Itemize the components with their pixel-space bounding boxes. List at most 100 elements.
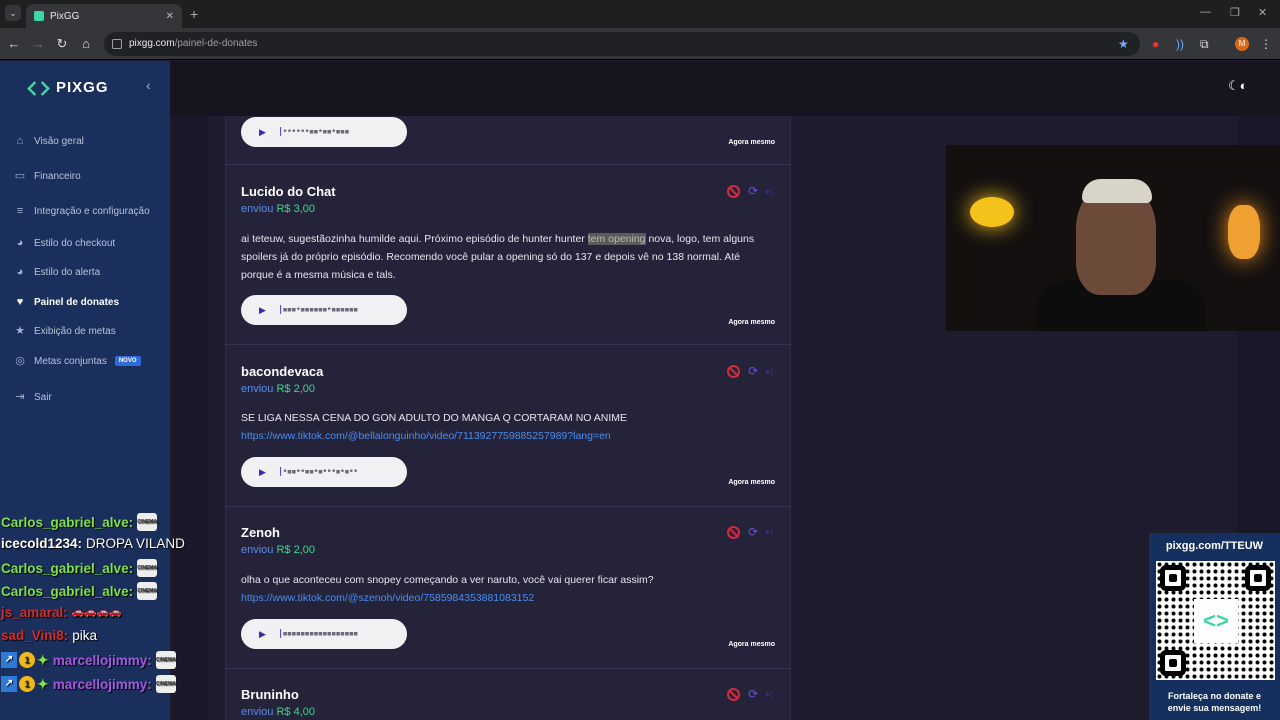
donation-link[interactable]: https://www.tiktok.com/@szenoh/video/758… xyxy=(241,589,771,607)
settings-icon: ≡ xyxy=(16,205,24,217)
waveform[interactable]: |•▪▪••▪▪•▪•••▪•▪•• xyxy=(278,467,359,477)
close-window-icon[interactable]: ✕ xyxy=(1258,6,1267,19)
cinema-emote-icon: CINEMA xyxy=(155,675,176,693)
chat-user: js_amaral: xyxy=(1,605,68,620)
chat-user: Carlos_gabriel_alve: xyxy=(1,560,134,576)
sidebar-item-label: Sair xyxy=(34,391,52,403)
skip-icon[interactable]: ▸| xyxy=(766,186,773,197)
url-path: /painel-de-donates xyxy=(174,38,258,49)
new-tab-icon[interactable]: + xyxy=(190,6,198,22)
minimize-icon[interactable]: — xyxy=(1200,6,1211,18)
site-info-icon[interactable] xyxy=(112,39,122,49)
donation-card: Bruninho ⟳ ▸| enviou R$ 4,00 xyxy=(225,669,791,720)
pixgg-logo[interactable]: PIXGG xyxy=(28,79,109,96)
collapse-sidebar-icon[interactable]: ‹ xyxy=(146,77,151,93)
sidebar-item-label: Visão geral xyxy=(34,135,84,147)
extensions-puzzle-icon[interactable]: ⧉ xyxy=(1200,37,1209,52)
skip-icon[interactable]: ▸| xyxy=(766,527,773,538)
audio-player[interactable]: ▶ |••••••▪▪•▪▪•▪▪▪ xyxy=(241,117,407,147)
palette-icon: ◕ xyxy=(16,266,24,278)
sparkle-badge-icon: ✦ xyxy=(37,675,49,692)
sent-label: enviou xyxy=(241,203,274,215)
block-icon[interactable] xyxy=(727,525,741,539)
play-icon[interactable]: ▶ xyxy=(259,629,266,640)
block-icon[interactable] xyxy=(727,184,741,198)
message-highlight: tem opening xyxy=(587,233,646,245)
target-icon: ◎ xyxy=(15,355,25,367)
donation-link[interactable]: https://www.tiktok.com/@bellalonguinho/v… xyxy=(241,427,771,445)
sent-label: enviou xyxy=(241,706,274,718)
theme-toggle-moon-icon[interactable]: ☾◐ xyxy=(1228,78,1248,94)
browser-tab[interactable]: PixGG ✕ xyxy=(26,4,182,28)
sidebar-item-sair[interactable]: ⇥ Sair xyxy=(14,391,52,403)
play-icon[interactable]: ▶ xyxy=(259,467,266,478)
sidebar: PIXGG ‹ ⌂ Visão geral ▭ Financeiro ≡ Int… xyxy=(0,61,170,720)
tab-title: PixGG xyxy=(50,10,80,22)
qr-caption-line: envie sua mensagem! xyxy=(1167,703,1262,713)
home-icon[interactable]: ⌂ xyxy=(78,36,94,51)
sidebar-item-visao-geral[interactable]: ⌂ Visão geral xyxy=(14,135,84,147)
donation-time: Agora mesmo xyxy=(728,641,775,648)
sidebar-item-estilo-alerta[interactable]: ◕ Estilo do alerta xyxy=(14,266,100,278)
donation-time: Agora mesmo xyxy=(728,139,775,146)
audio-player[interactable]: ▶ |▪▪▪▪▪▪▪▪▪▪▪▪▪▪▪▪▪ xyxy=(241,619,407,649)
star-icon: ★ xyxy=(15,325,25,337)
sidebar-item-metas-conjuntas[interactable]: ◎ Metas conjuntas NOVO xyxy=(14,355,141,367)
chat-message: js_amaral: 🚗🚗🚗🚗 xyxy=(1,605,122,620)
donation-time: Agora mesmo xyxy=(728,479,775,486)
pixgg-logo-icon: <> xyxy=(1194,599,1238,643)
extension-wave-icon[interactable]: )) xyxy=(1176,37,1184,51)
donation-actions: ⟳ ▸| xyxy=(727,525,773,539)
qr-finder xyxy=(1160,565,1186,591)
chat-message: Carlos_gabriel_alve: CINEMA xyxy=(1,559,158,577)
tab-list-button[interactable]: ⌄ xyxy=(5,5,21,21)
waveform[interactable]: |••••••▪▪•▪▪•▪▪▪ xyxy=(278,127,350,137)
reload-icon[interactable]: ↻ xyxy=(54,36,70,52)
waveform[interactable]: |▪▪▪•▪▪▪▪▪▪•▪▪▪▪▪▪ xyxy=(278,305,359,315)
skip-icon[interactable]: ▸| xyxy=(766,366,773,377)
block-icon[interactable] xyxy=(727,364,741,378)
forward-icon[interactable]: → xyxy=(30,36,46,51)
skip-icon[interactable]: ▸| xyxy=(766,689,773,700)
play-icon[interactable]: ▶ xyxy=(259,127,266,138)
sidebar-item-label: Estilo do checkout xyxy=(34,237,116,249)
restore-icon[interactable]: ❐ xyxy=(1230,6,1240,19)
sidebar-item-integracao[interactable]: ≡ Integração e configuração xyxy=(14,205,150,217)
sidebar-item-exibicao-metas[interactable]: ★ Exibição de metas xyxy=(14,325,116,337)
bookmark-star-icon[interactable]: ★ xyxy=(1118,37,1129,51)
streamer-hair xyxy=(1082,179,1152,203)
profile-avatar[interactable]: M xyxy=(1235,37,1249,51)
chat-badges: ↗ 1 ✦ xyxy=(1,676,49,693)
extension-red-icon[interactable]: ● xyxy=(1152,37,1159,51)
back-icon[interactable]: ← xyxy=(6,36,22,51)
donation-amount-line: enviou R$ 4,00 xyxy=(241,706,315,718)
chat-user: icecold1234: xyxy=(1,536,83,551)
donor-name: Bruninho xyxy=(241,687,299,702)
close-tab-icon[interactable]: ✕ xyxy=(166,11,174,22)
message-text: ai teteuw, sugestãozinha humilde aqui. P… xyxy=(241,233,588,245)
url-field[interactable]: pixgg.com/painel-de-donates xyxy=(104,32,1140,56)
sidebar-item-estilo-checkout[interactable]: ◕ Estilo do checkout xyxy=(14,237,116,249)
waveform[interactable]: |▪▪▪▪▪▪▪▪▪▪▪▪▪▪▪▪▪ xyxy=(278,629,359,639)
replay-icon[interactable]: ⟳ xyxy=(748,525,758,539)
new-badge: NOVO xyxy=(114,356,141,366)
sidebar-item-label: Exibição de metas xyxy=(34,325,116,337)
qr-title: pixgg.com/TTEUW xyxy=(1165,540,1264,552)
donation-amount: R$ 4,00 xyxy=(276,706,316,718)
replay-icon[interactable]: ⟳ xyxy=(748,687,758,701)
replay-icon[interactable]: ⟳ xyxy=(748,364,758,378)
sidebar-item-label: Painel de donates xyxy=(34,296,120,308)
donor-name: Lucido do Chat xyxy=(241,184,336,199)
sidebar-item-financeiro[interactable]: ▭ Financeiro xyxy=(14,170,81,182)
audio-player[interactable]: ▶ |▪▪▪•▪▪▪▪▪▪•▪▪▪▪▪▪ xyxy=(241,295,407,325)
play-icon[interactable]: ▶ xyxy=(259,305,266,316)
sidebar-item-painel-donates[interactable]: ♥ Painel de donates xyxy=(14,296,119,308)
chat-message: icecold1234: DROPA VILAND xyxy=(1,536,185,551)
block-icon[interactable] xyxy=(727,687,741,701)
replay-icon[interactable]: ⟳ xyxy=(748,184,758,198)
menu-kebab-icon[interactable]: ⋮ xyxy=(1260,37,1272,51)
donation-time: Agora mesmo xyxy=(728,319,775,326)
chat-message: sad_Vini8: pika xyxy=(1,628,97,643)
audio-player[interactable]: ▶ |•▪▪••▪▪•▪•••▪•▪•• xyxy=(241,457,407,487)
sub-badge-icon: ↗ xyxy=(1,652,17,668)
